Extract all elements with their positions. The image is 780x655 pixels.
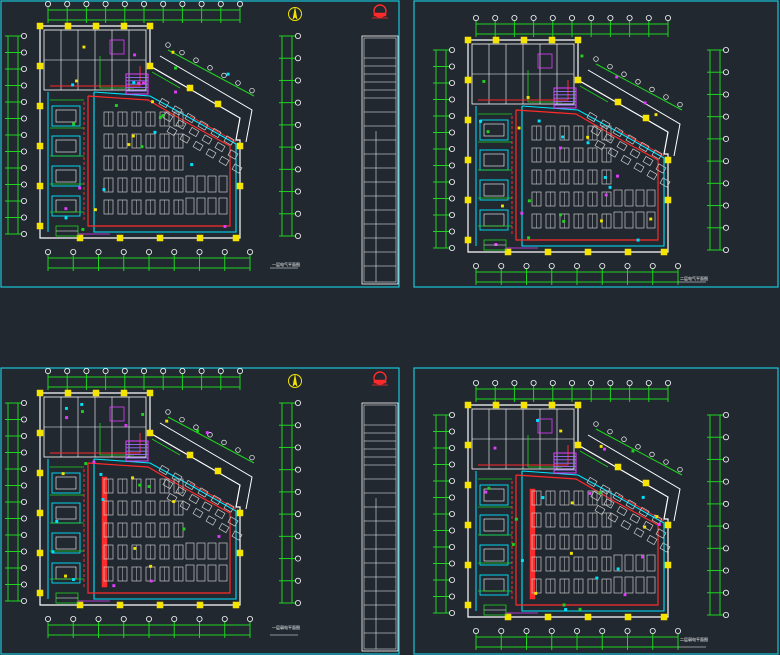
distribution-panel — [483, 239, 538, 251]
dimension-lines — [5, 367, 301, 638]
diagonal-dimensions — [593, 56, 683, 111]
floor-plan: 二层电气平面图 — [433, 14, 729, 285]
sheet-4: 二层弱电平面图 — [413, 367, 779, 655]
drawing-caption: 一层弱电平面图 — [272, 624, 300, 630]
cad-drawing-canvas: 一层电气平面图二层电气平面图一层弱电平面图二层弱电平面图 — [0, 0, 779, 655]
company-logo-icon — [372, 4, 388, 19]
electrical-devices — [484, 419, 661, 611]
floor-plan: 一层电气平面图 — [5, 0, 301, 271]
drawing-caption: 二层电气平面图 — [680, 275, 708, 281]
floor-plan: 一层弱电平面图 — [5, 367, 301, 638]
dimension-lines — [5, 0, 301, 271]
diagonal-dimensions — [593, 421, 683, 476]
diagonal-dimensions — [165, 409, 255, 464]
title-block — [361, 35, 399, 285]
sheet-2: 二层电气平面图 — [413, 0, 779, 288]
title-block — [361, 402, 399, 652]
seating-layout — [103, 464, 243, 582]
seating-layout — [103, 97, 243, 215]
distribution-panel — [55, 592, 110, 604]
north-arrow-icon — [288, 7, 302, 21]
diagonal-dimensions — [165, 42, 255, 97]
drawing-caption: 二层弱电平面图 — [680, 636, 708, 642]
north-arrow-icon — [288, 374, 302, 388]
seating-layout — [531, 476, 671, 594]
drawing-caption: 一层电气平面图 — [272, 261, 300, 267]
distribution-panel — [483, 604, 538, 616]
sheet-frames: 一层电气平面图二层电气平面图一层弱电平面图二层弱电平面图 — [0, 0, 779, 655]
sheet-3: 一层弱电平面图 — [0, 367, 400, 655]
distribution-panel — [55, 225, 110, 237]
floor-plan: 二层弱电平面图 — [433, 379, 729, 650]
sheet-1: 一层电气平面图 — [0, 0, 400, 288]
company-logo-icon — [372, 371, 388, 386]
seating-layout — [531, 111, 671, 229]
